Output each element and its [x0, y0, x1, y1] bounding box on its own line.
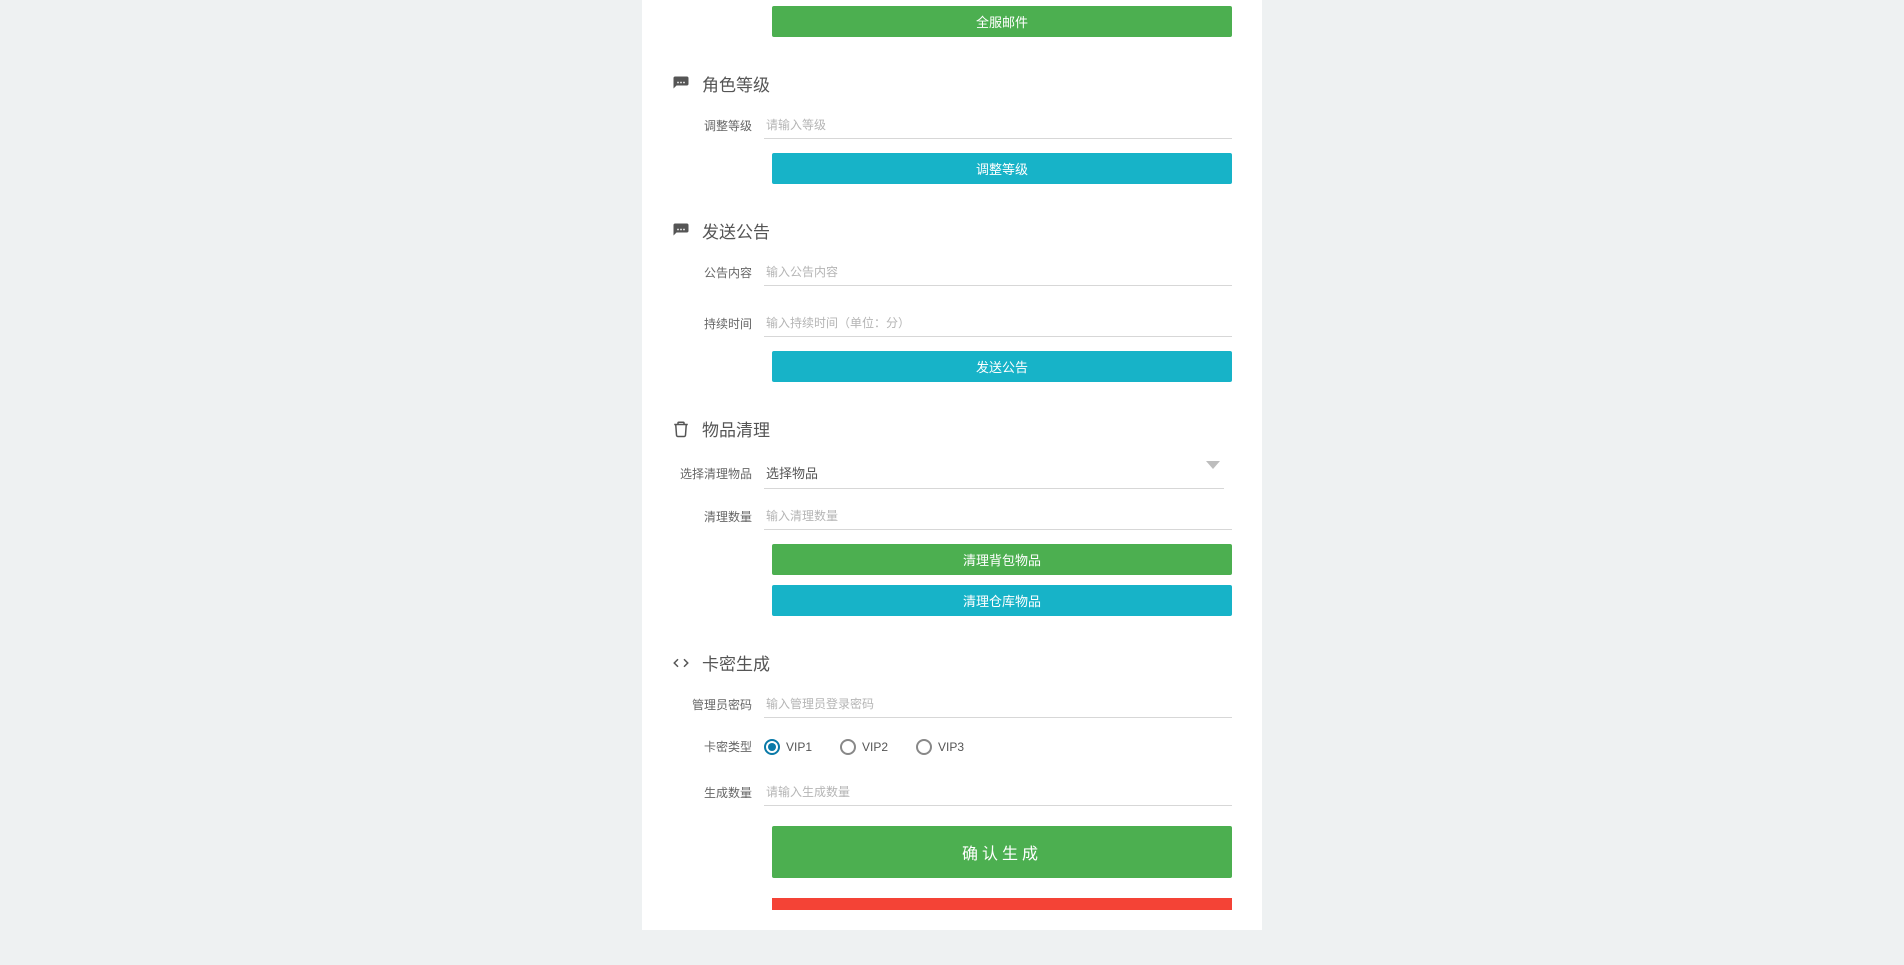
announce-duration-label: 持续时间	[672, 315, 764, 332]
card-type-label: 卡密类型	[672, 738, 764, 755]
card-type-radio-group: VIP1 VIP2 VIP3	[764, 739, 1232, 755]
adjust-level-label: 调整等级	[672, 117, 764, 134]
adjust-level-input[interactable]	[764, 112, 1232, 139]
announce-duration-input[interactable]	[764, 310, 1232, 337]
send-announcement-button[interactable]: 发送公告	[772, 351, 1232, 382]
card-type-radio-vip2[interactable]: VIP2	[840, 739, 888, 755]
select-clean-item-label: 选择清理物品	[672, 465, 764, 482]
danger-button-partial[interactable]	[772, 898, 1232, 910]
section-item-clean: 物品清理	[672, 416, 1232, 441]
radio-icon	[916, 739, 932, 755]
card-type-radio-vip1[interactable]: VIP1	[764, 739, 812, 755]
gen-qty-input[interactable]	[764, 779, 1232, 806]
section-title-text: 发送公告	[702, 218, 770, 243]
all-server-mail-button[interactable]: 全服邮件	[772, 6, 1232, 37]
comment-icon	[672, 75, 690, 93]
comment-icon	[672, 222, 690, 240]
admin-password-label: 管理员密码	[672, 696, 764, 713]
announce-content-label: 公告内容	[672, 264, 764, 281]
confirm-generate-button[interactable]: 确认生成	[772, 826, 1232, 878]
clean-bag-button[interactable]: 清理背包物品	[772, 544, 1232, 575]
section-title-text: 物品清理	[702, 416, 770, 441]
radio-icon	[764, 739, 780, 755]
radio-label: VIP2	[862, 740, 888, 754]
clean-qty-input[interactable]	[764, 503, 1232, 530]
announce-content-input[interactable]	[764, 259, 1232, 286]
section-role-level: 角色等级	[672, 71, 1232, 96]
chevron-down-icon	[1206, 461, 1220, 469]
select-clean-item-value: 选择物品	[764, 457, 1224, 488]
radio-label: VIP1	[786, 740, 812, 754]
section-title-text: 卡密生成	[702, 650, 770, 675]
radio-label: VIP3	[938, 740, 964, 754]
select-clean-item-dropdown[interactable]: 选择物品	[764, 457, 1224, 489]
trash-icon	[672, 420, 690, 438]
clean-warehouse-button[interactable]: 清理仓库物品	[772, 585, 1232, 616]
gen-qty-label: 生成数量	[672, 784, 764, 801]
admin-password-input[interactable]	[764, 691, 1232, 718]
card-type-radio-vip3[interactable]: VIP3	[916, 739, 964, 755]
section-announcement: 发送公告	[672, 218, 1232, 243]
radio-icon	[840, 739, 856, 755]
section-title-text: 角色等级	[702, 71, 770, 96]
code-icon	[672, 654, 690, 672]
section-card-gen: 卡密生成	[672, 650, 1232, 675]
clean-qty-label: 清理数量	[672, 508, 764, 525]
adjust-level-button[interactable]: 调整等级	[772, 153, 1232, 184]
